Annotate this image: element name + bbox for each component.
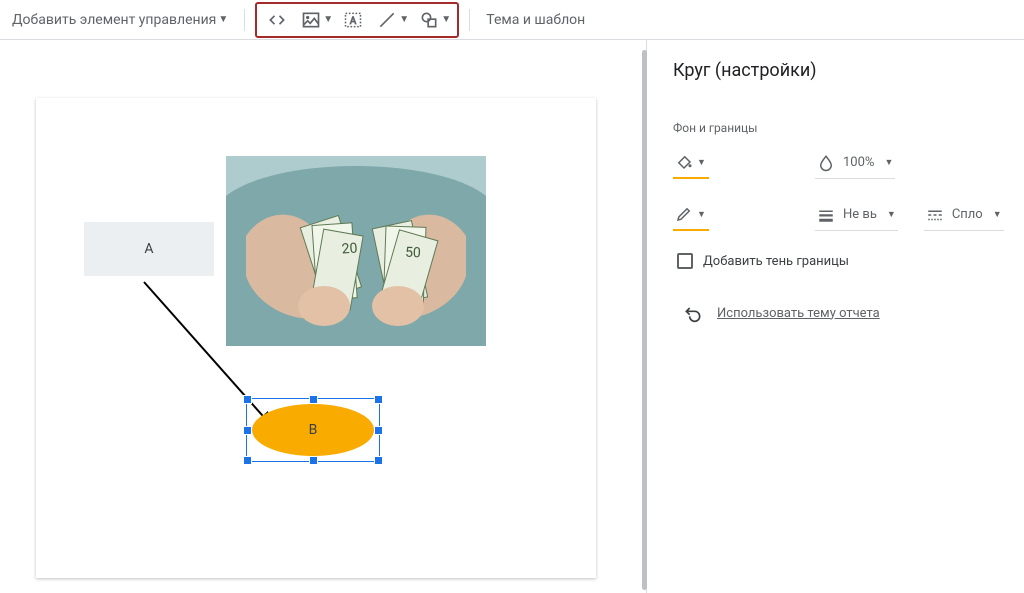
- resize-handle[interactable]: [243, 395, 252, 404]
- add-control-label: Добавить элемент управления: [12, 12, 216, 28]
- shape-icon[interactable]: ▼: [415, 6, 451, 34]
- toolbar: Добавить элемент управления ▼ ▼ A ▼ ▼ Те…: [0, 0, 1024, 40]
- opacity-value: 100%: [839, 155, 880, 170]
- theme-template-button[interactable]: Тема и шаблон: [480, 8, 591, 32]
- caret-down-icon: ▼: [323, 14, 333, 25]
- theme-template-label: Тема и шаблон: [486, 12, 585, 28]
- border-style-value: Спло: [948, 207, 989, 222]
- shape-rectangle-a[interactable]: A: [84, 222, 214, 276]
- caret-down-icon: ▼: [399, 14, 409, 25]
- toolbar-separator: [244, 9, 245, 31]
- embed-code-icon[interactable]: [263, 6, 291, 34]
- border-color-control[interactable]: ▼: [673, 201, 709, 231]
- caret-down-icon: ▼: [884, 157, 893, 168]
- panel-title: Круг (настройки): [673, 60, 1006, 81]
- caret-down-icon: ▼: [697, 157, 706, 168]
- checkbox-label: Добавить тень границы: [703, 254, 849, 269]
- use-report-theme-link[interactable]: Использовать тему отчета: [683, 303, 1006, 323]
- caret-down-icon: ▼: [697, 209, 706, 220]
- resize-handle[interactable]: [309, 456, 318, 465]
- resize-handle[interactable]: [243, 426, 252, 435]
- textbox-icon[interactable]: A: [339, 6, 367, 34]
- caret-down-icon: ▼: [441, 14, 451, 25]
- svg-text:50: 50: [405, 245, 421, 262]
- insert-tools-group: ▼ A ▼ ▼: [255, 2, 459, 38]
- caret-down-icon: ▼: [218, 14, 228, 25]
- line-icon[interactable]: ▼: [373, 6, 409, 34]
- embedded-image[interactable]: 20 50: [226, 156, 486, 346]
- line-weight-icon: [817, 206, 835, 224]
- image-icon[interactable]: ▼: [297, 6, 333, 34]
- resize-handle[interactable]: [309, 395, 318, 404]
- toolbar-separator: [469, 9, 470, 31]
- report-canvas[interactable]: A 20: [36, 98, 596, 578]
- line-style-icon: [926, 206, 944, 224]
- section-heading-bg-border: Фон и границы: [673, 121, 1006, 135]
- resize-handle[interactable]: [374, 395, 383, 404]
- paint-bucket-icon: [675, 153, 693, 171]
- resize-handle[interactable]: [374, 456, 383, 465]
- border-weight-value: Не вь: [839, 207, 883, 222]
- scrollbar[interactable]: [642, 50, 647, 590]
- rectangle-label: A: [144, 241, 153, 257]
- properties-panel: Круг (настройки) Фон и границы ▼ 100% ▼ …: [646, 40, 1024, 593]
- shape-ellipse-b[interactable]: B: [252, 404, 374, 456]
- fill-color-control[interactable]: ▼: [673, 149, 709, 179]
- reset-theme-label: Использовать тему отчета: [717, 306, 880, 321]
- resize-handle[interactable]: [374, 426, 383, 435]
- border-shadow-checkbox[interactable]: Добавить тень границы: [677, 253, 1006, 269]
- border-row: ▼ Не вь ▼ Спло ▼: [673, 201, 1006, 231]
- opacity-control[interactable]: 100% ▼: [815, 150, 895, 179]
- resize-handle[interactable]: [243, 456, 252, 465]
- checkbox-icon: [677, 253, 693, 269]
- workspace: A 20: [0, 40, 1024, 593]
- canvas-area[interactable]: A 20: [0, 40, 646, 593]
- caret-down-icon: ▼: [887, 209, 896, 220]
- shape-ellipse-b-selected[interactable]: B: [246, 398, 380, 462]
- undo-icon: [683, 303, 703, 323]
- ellipse-label: B: [309, 422, 318, 438]
- caret-down-icon: ▼: [993, 209, 1002, 220]
- border-weight-control[interactable]: Не вь ▼: [815, 202, 898, 231]
- svg-text:20: 20: [341, 240, 358, 257]
- border-style-control[interactable]: Спло ▼: [924, 202, 1004, 231]
- fill-row: ▼ 100% ▼: [673, 149, 1006, 179]
- add-control-button[interactable]: Добавить элемент управления ▼: [6, 8, 234, 32]
- opacity-icon: [817, 154, 835, 172]
- pencil-icon: [675, 205, 693, 223]
- svg-text:A: A: [350, 16, 357, 27]
